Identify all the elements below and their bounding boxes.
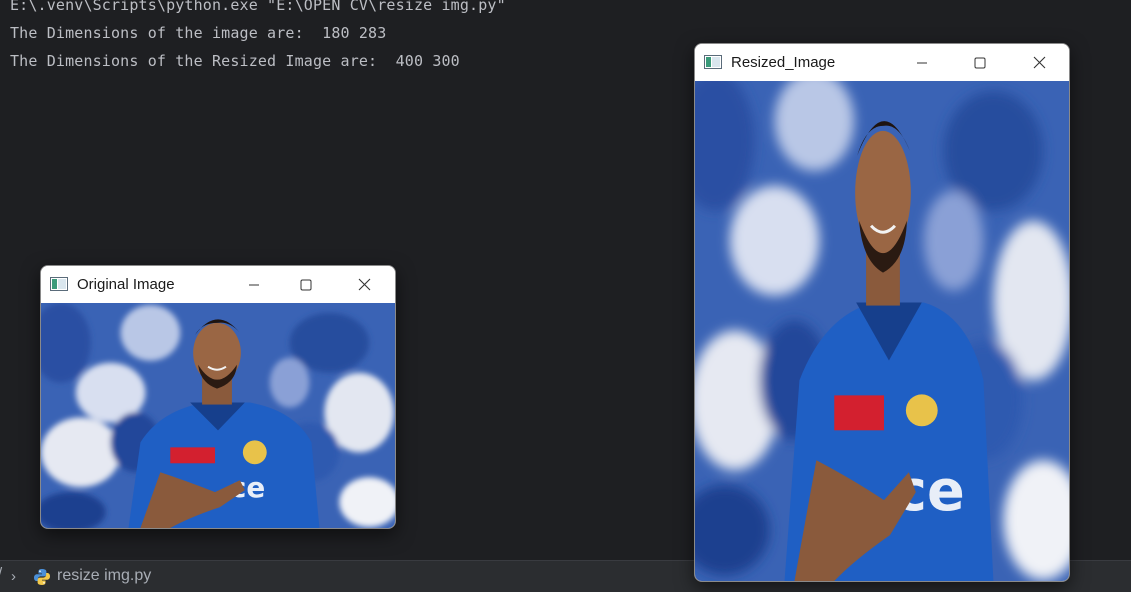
console-command-line: E:\.venv\Scripts\python.exe "E:\OPEN CV\… (10, 0, 506, 14)
window-titlebar[interactable]: Resized_Image (695, 44, 1069, 81)
close-button[interactable] (1016, 44, 1062, 81)
breadcrumb-chevron-icon: › (11, 568, 16, 585)
window-title: Original Image (77, 276, 175, 293)
close-button[interactable] (341, 266, 387, 303)
opencv-window-icon (704, 55, 722, 69)
resized-image-canvas: ce (695, 81, 1069, 581)
maximize-button[interactable] (283, 266, 329, 303)
minimize-icon (917, 62, 927, 63)
console-output-line-2: The Dimensions of the Resized Image are:… (10, 52, 460, 70)
maximize-icon (974, 57, 986, 68)
console-output-line-1: The Dimensions of the image are: 180 283 (10, 24, 387, 42)
minimize-button[interactable] (231, 266, 277, 303)
close-icon (1033, 56, 1045, 69)
breadcrumb-clipped-glyph: / (0, 565, 2, 582)
breadcrumb-file-name[interactable]: resize img.py (57, 567, 151, 585)
minimize-icon (249, 284, 259, 285)
cricketer-photo: ce (41, 303, 395, 528)
cricketer-photo-resized: ce (695, 81, 1069, 581)
maximize-button[interactable] (957, 44, 1003, 81)
opencv-window-icon (50, 277, 68, 291)
maximize-icon (300, 279, 312, 290)
original-image-window[interactable]: Original Image ce (40, 265, 396, 529)
window-title: Resized_Image (731, 54, 836, 71)
minimize-button[interactable] (899, 44, 945, 81)
window-titlebar[interactable]: Original Image (41, 266, 395, 303)
original-image-canvas: ce (41, 303, 395, 528)
python-file-icon (34, 569, 50, 585)
close-icon (358, 278, 370, 291)
resized-image-window[interactable]: Resized_Image ce (694, 43, 1070, 582)
